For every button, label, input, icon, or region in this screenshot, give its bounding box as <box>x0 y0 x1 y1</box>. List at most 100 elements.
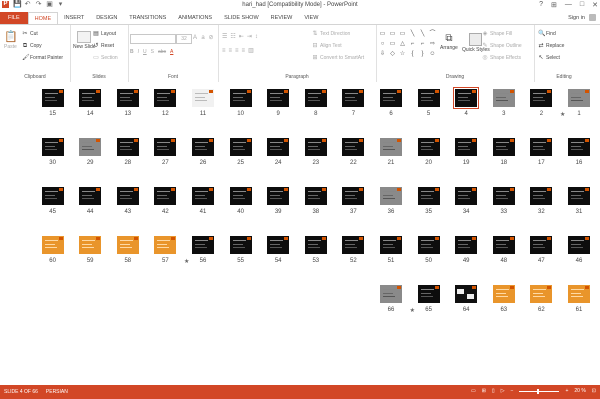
find-button[interactable]: 🔍 Find <box>538 31 556 37</box>
increase-indent-icon[interactable]: ⇥ <box>247 33 252 40</box>
strikethrough-button[interactable]: abc <box>158 49 166 55</box>
shrink-font-icon[interactable]: a <box>200 35 206 41</box>
format-painter-button[interactable]: 🖌 Format Painter <box>22 55 63 61</box>
slide-thumbnail[interactable]: 10 <box>229 89 252 117</box>
grow-font-icon[interactable]: A <box>192 35 198 41</box>
help-icon[interactable]: ? <box>539 1 543 9</box>
zoom-in-button[interactable]: + <box>565 388 568 394</box>
slide-thumbnail[interactable]: 7 <box>342 89 365 117</box>
slide-thumbnail[interactable]: 22 <box>342 138 365 166</box>
slide-thumbnail[interactable]: 44 <box>79 187 102 215</box>
slide-thumbnail[interactable]: 35 <box>417 187 440 215</box>
animation-star-icon[interactable]: ★ <box>410 307 415 314</box>
slide-thumbnail[interactable]: 53 <box>304 236 327 264</box>
slide-thumbnail[interactable]: 4 <box>453 87 480 117</box>
animation-star-icon[interactable]: ★ <box>560 111 565 118</box>
shape-option[interactable]: ⌐ <box>408 40 417 49</box>
slide-thumbnail[interactable]: 23 <box>304 138 327 166</box>
shape-option[interactable]: ☺ <box>428 50 437 59</box>
slide-thumbnail[interactable]: 13 <box>116 89 139 117</box>
slide-thumbnail[interactable]: 51 <box>380 236 402 264</box>
sorter-view-icon[interactable]: ⊞ <box>482 388 486 394</box>
convert-smartart-button[interactable]: ⊞ Convert to SmartArt <box>312 55 364 61</box>
slide-thumbnail[interactable]: 52 <box>342 236 365 264</box>
clear-format-icon[interactable]: ⊘ <box>208 35 214 41</box>
shape-option[interactable]: ╲ <box>408 30 417 39</box>
slide-thumbnail[interactable]: 17 <box>530 138 553 166</box>
slide-thumbnail[interactable]: 43 <box>116 187 139 215</box>
normal-view-icon[interactable]: ▭ <box>471 388 476 394</box>
slide-thumbnail[interactable]: 38 <box>304 187 327 215</box>
animation-star-icon[interactable]: ★ <box>184 258 189 265</box>
slide-thumbnail[interactable]: 64 <box>455 285 478 313</box>
slide-thumbnail[interactable]: 46 <box>568 236 590 264</box>
slide-thumbnail[interactable]: 61 <box>568 285 590 313</box>
numbering-icon[interactable]: ☷ <box>230 33 235 40</box>
tab-file[interactable]: FILE <box>0 12 28 24</box>
decrease-indent-icon[interactable]: ⇤ <box>239 33 244 40</box>
italic-button[interactable]: I <box>138 49 139 55</box>
shapes-gallery[interactable]: ▭ ▭ ▭ ╲ ╲ ⌒ ○ ▭ △ ⌐ ⌐ ⇨ ⇩ ◇ ☆{} ☺ <box>378 30 436 60</box>
slide-thumbnail[interactable]: 20 <box>417 138 440 166</box>
slide-thumbnail[interactable]: 39 <box>267 187 290 215</box>
arrange-button[interactable]: ⧉ Arrange <box>440 33 458 51</box>
zoom-slider[interactable] <box>519 388 560 394</box>
slide-thumbnail[interactable]: 30 <box>41 138 64 166</box>
slide-thumbnail[interactable]: 45 <box>41 187 64 215</box>
zoom-level[interactable]: 20 % <box>574 388 585 394</box>
shape-option[interactable]: ⌒ <box>428 30 437 39</box>
select-button[interactable]: ↖ Select <box>538 55 559 61</box>
sign-in-link[interactable]: Sign in <box>568 15 585 21</box>
slide-thumbnail[interactable]: 60 <box>41 236 64 264</box>
text-direction-button[interactable]: ⇅ Text Direction <box>312 31 350 37</box>
align-right-icon[interactable]: ≡ <box>235 48 239 54</box>
slide-thumbnail[interactable]: 62 <box>530 285 553 313</box>
paste-button[interactable]: 📋 Paste <box>4 31 18 50</box>
slide-thumbnail[interactable]: 56 ★ <box>184 236 214 265</box>
font-name-combobox[interactable] <box>130 34 176 44</box>
slide-thumbnail[interactable]: 54 <box>267 236 290 264</box>
shape-option[interactable]: } <box>418 50 427 59</box>
tab-home[interactable]: HOME <box>27 12 59 24</box>
reading-view-icon[interactable]: ▯ <box>492 388 495 394</box>
slide-thumbnail[interactable]: 26 <box>192 138 214 166</box>
shape-outline-button[interactable]: ✎ Shape Outline <box>482 43 521 49</box>
columns-icon[interactable]: ▥ <box>248 47 254 54</box>
shape-option[interactable]: ▭ <box>398 30 407 39</box>
shadow-button[interactable]: S <box>151 49 154 55</box>
shape-option[interactable]: ⌐ <box>418 40 427 49</box>
font-color-button[interactable]: A <box>170 49 173 55</box>
slide-thumbnail[interactable]: 31 <box>568 187 590 215</box>
shape-option[interactable]: ▭ <box>378 30 387 39</box>
bold-button[interactable]: B <box>130 49 134 55</box>
shape-option[interactable]: ⇨ <box>428 40 437 49</box>
slide-thumbnail[interactable]: 47 <box>530 236 553 264</box>
close-button[interactable]: ✕ <box>592 1 598 9</box>
slide-thumbnail[interactable]: 11 <box>192 89 214 117</box>
slide-thumbnail[interactable]: 63 <box>492 285 515 313</box>
slide-thumbnail[interactable]: 19 <box>455 138 478 166</box>
sign-in[interactable]: Sign in <box>568 14 596 21</box>
slide-thumbnail[interactable]: 24 <box>267 138 290 166</box>
slide-thumbnail[interactable]: 57 <box>154 236 177 264</box>
slide-thumbnail[interactable]: 6 <box>380 89 402 117</box>
slide-thumbnail[interactable]: 12 <box>154 89 177 117</box>
slide-thumbnail[interactable]: 42 <box>154 187 177 215</box>
slide-thumbnail[interactable]: 58 <box>116 236 139 264</box>
slide-thumbnail[interactable]: 34 <box>455 187 478 215</box>
shape-effects-button[interactable]: ◎ Shape Effects <box>482 55 521 61</box>
underline-button[interactable]: U <box>143 49 147 55</box>
layout-button[interactable]: ▤ Layout <box>93 31 116 37</box>
slide-thumbnail[interactable]: 66 <box>380 285 402 313</box>
section-button[interactable]: ▭ Section <box>93 55 118 61</box>
minimize-button[interactable]: — <box>565 1 572 9</box>
tab-insert[interactable]: INSERT <box>58 12 90 24</box>
bullets-icon[interactable]: ☰ <box>222 33 227 40</box>
copy-button[interactable]: ⧉ Copy <box>22 43 42 49</box>
slide-thumbnail[interactable]: 37 <box>342 187 365 215</box>
shape-option[interactable]: ▭ <box>388 30 397 39</box>
slide-thumbnail[interactable]: 49 <box>455 236 478 264</box>
tab-animations[interactable]: ANIMATIONS <box>172 12 218 24</box>
zoom-out-button[interactable]: − <box>511 388 514 394</box>
slide-thumbnail[interactable]: 16 <box>568 138 590 166</box>
